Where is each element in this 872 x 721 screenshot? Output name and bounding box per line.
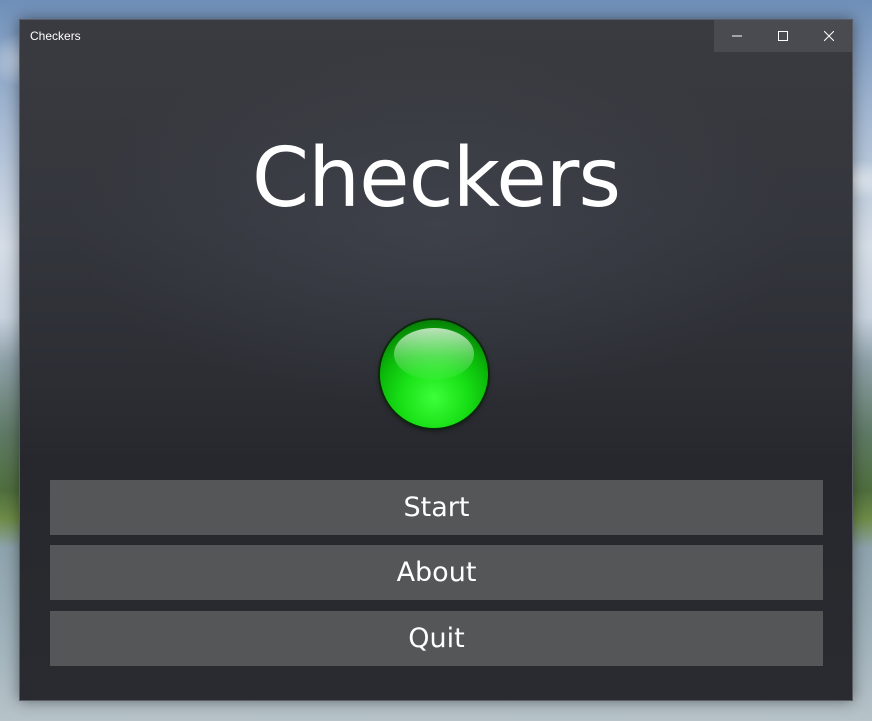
about-button[interactable]: About [50, 545, 823, 600]
maximize-button[interactable] [760, 20, 806, 52]
app-heading: Checkers [251, 131, 621, 226]
title-bar[interactable]: Checkers [20, 20, 852, 52]
minimize-icon [732, 35, 742, 37]
close-icon [824, 31, 834, 41]
checkers-window: Checkers Checkers Start About Quit [19, 19, 853, 701]
minimize-button[interactable] [714, 20, 760, 52]
close-button[interactable] [806, 20, 852, 52]
quit-button[interactable]: Quit [50, 611, 823, 666]
piece-highlight [394, 328, 474, 380]
maximize-icon [778, 31, 788, 41]
green-checker-piece-icon [380, 320, 488, 428]
window-title: Checkers [30, 29, 81, 43]
window-controls [714, 20, 852, 52]
start-button[interactable]: Start [50, 480, 823, 535]
